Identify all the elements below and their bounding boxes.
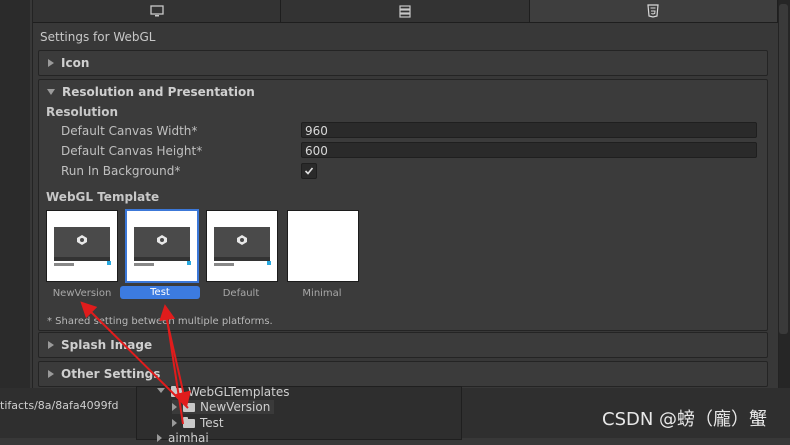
section-other-header[interactable]: Other Settings <box>38 361 768 387</box>
unity-logo-icon <box>237 235 247 245</box>
template-thumbnail-minimal[interactable] <box>287 210 359 282</box>
canvas-width-field[interactable]: 960 <box>301 122 757 138</box>
expand-arrow-icon <box>172 403 177 411</box>
tree-item-label: WebGLTemplates <box>188 385 290 399</box>
expand-arrow-icon <box>48 370 54 378</box>
fullscreen-icon <box>187 261 191 265</box>
unity-logo-icon <box>157 235 167 245</box>
section-resolution-header[interactable]: Resolution and Presentation <box>39 80 255 104</box>
scrollbar-thumb[interactable] <box>779 4 788 334</box>
tab-dedicated-server[interactable] <box>281 0 530 22</box>
preview-bar <box>134 263 190 267</box>
tree-item-newversion[interactable]: NewVersion <box>172 400 275 414</box>
template-name-test[interactable]: Test <box>120 286 200 299</box>
run-in-background-label: Run In Background* <box>61 164 181 178</box>
checkmark-icon <box>304 167 314 175</box>
shared-setting-note: * Shared setting between multiple platfo… <box>47 316 273 327</box>
project-tree-panel: WebGLTemplates NewVersion Test aimhai <box>136 385 462 445</box>
monitor-icon <box>150 5 164 17</box>
expand-arrow-icon <box>48 59 54 67</box>
run-in-background-checkbox[interactable] <box>301 163 317 179</box>
preview-bar <box>214 263 270 267</box>
preview-bar <box>54 263 110 267</box>
player-settings-panel: Settings for WebGL Icon Resolution and P… <box>32 0 779 390</box>
collapse-arrow-icon <box>157 387 165 397</box>
tab-webgl[interactable] <box>529 0 778 22</box>
canvas-height-label: Default Canvas Height* <box>61 144 203 158</box>
section-icon-label: Icon <box>61 56 90 70</box>
template-name-default[interactable]: Default <box>201 288 281 299</box>
unity-logo-icon <box>77 235 87 245</box>
tree-item-webgltemplates[interactable]: WebGLTemplates <box>157 385 290 399</box>
folder-icon <box>183 400 195 412</box>
tree-item-aimhai[interactable]: aimhai <box>157 431 209 445</box>
template-thumbnail-newversion[interactable] <box>46 210 118 282</box>
tree-item-test[interactable]: Test <box>172 416 224 430</box>
folder-icon <box>171 385 183 397</box>
section-splash-header[interactable]: Splash Image <box>38 332 768 358</box>
platform-tabs <box>33 0 778 23</box>
tree-item-label: aimhai <box>168 431 209 445</box>
fullscreen-icon <box>267 261 271 265</box>
canvas-height-field[interactable]: 600 <box>301 142 757 158</box>
tree-item-label: Test <box>200 416 224 430</box>
settings-title: Settings for WebGL <box>40 30 156 44</box>
template-name-newversion[interactable]: NewVersion <box>42 288 122 299</box>
html5-icon <box>647 4 659 18</box>
section-splash-label: Splash Image <box>61 338 153 352</box>
template-name-minimal[interactable]: Minimal <box>282 288 362 299</box>
section-resolution: Resolution and Presentation Resolution D… <box>38 79 768 331</box>
server-icon <box>399 5 411 18</box>
tab-standalone[interactable] <box>33 0 282 22</box>
left-side-panel <box>0 0 30 438</box>
resolution-heading: Resolution <box>46 105 119 119</box>
asset-path-text: tifacts/8a/8afa4099fd <box>0 399 119 412</box>
csdn-watermark: CSDN @螃（龐）蟹 <box>602 409 768 430</box>
section-other-label: Other Settings <box>61 367 161 381</box>
canvas-width-label: Default Canvas Width* <box>61 124 198 138</box>
tree-item-label: NewVersion <box>200 400 271 414</box>
expand-arrow-icon <box>48 341 54 349</box>
expand-arrow-icon <box>157 434 162 442</box>
webgl-template-heading: WebGL Template <box>46 190 160 204</box>
expand-arrow-icon <box>172 419 177 427</box>
collapse-arrow-icon <box>47 89 55 95</box>
template-thumbnail-default[interactable] <box>206 210 278 282</box>
template-thumbnail-test[interactable] <box>125 209 199 283</box>
section-icon-header[interactable]: Icon <box>38 50 768 76</box>
fullscreen-icon <box>107 261 111 265</box>
folder-icon <box>183 416 195 428</box>
section-resolution-label: Resolution and Presentation <box>62 85 255 99</box>
